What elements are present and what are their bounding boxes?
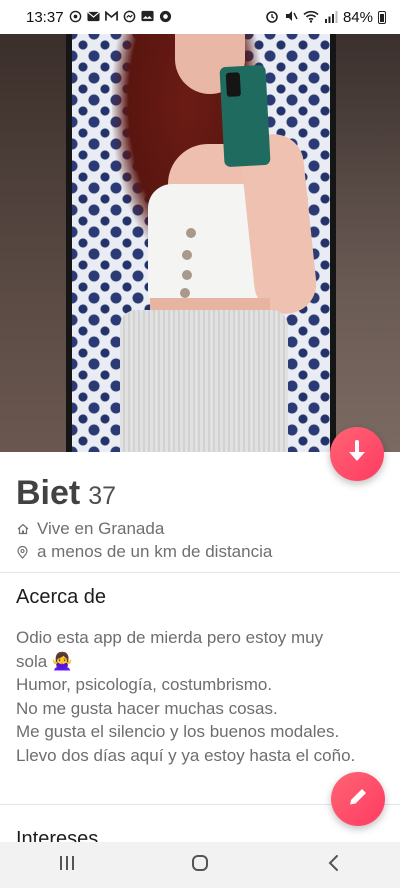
bio-line: Humor, psicología, costumbrismo.: [16, 675, 273, 694]
bio-line: sola 🙅‍♀️: [16, 651, 74, 671]
home-circle-icon: [191, 854, 209, 877]
edit-profile-button[interactable]: [331, 772, 385, 826]
profile-name: Biet: [16, 474, 81, 512]
profile-age: 37: [88, 482, 117, 510]
top-button: [182, 270, 192, 280]
bio-line: Llevo dos días aquí y ya estoy hasta el …: [16, 745, 356, 765]
divider: [0, 572, 400, 573]
signal-icon: [324, 10, 338, 25]
whatsapp-icon: [69, 10, 82, 25]
profile-header: Biet 37: [16, 474, 116, 513]
lives-in-text: Vive en Granada: [37, 519, 165, 538]
bio-line: No me gusta hacer muchas cosas.: [16, 698, 278, 718]
battery-icon: [378, 10, 386, 24]
status-time: 13:37: [26, 8, 64, 26]
back-icon: [327, 854, 339, 877]
pencil-icon: [346, 785, 370, 814]
photo-wall-right: [336, 34, 400, 452]
top-button: [182, 250, 192, 260]
status-right: 84%: [265, 9, 386, 26]
bio-line: Me gusta el silencio y los buenos modale…: [16, 722, 340, 741]
about-title: Acerca de: [16, 586, 107, 608]
location-pin-icon: [16, 545, 29, 559]
collapse-profile-button[interactable]: [330, 427, 384, 481]
image-icon: [141, 10, 154, 24]
recents-button[interactable]: [37, 845, 97, 885]
mute-icon: [284, 9, 298, 25]
status-bar: 13:37 84%: [0, 0, 400, 34]
interests-title: Intereses: [16, 828, 99, 842]
mail-icon: [87, 11, 100, 24]
about-text: Odio esta app de mierda pero estoy muy s…: [16, 626, 388, 767]
home-button[interactable]: [170, 845, 230, 885]
photo-pants: [120, 310, 288, 452]
status-left: 13:37: [26, 9, 172, 26]
distance-text: a menos de un km de distancia: [37, 542, 273, 561]
navigation-bar: [0, 842, 400, 888]
top-button: [180, 288, 190, 298]
messenger-icon: [123, 10, 136, 25]
alarm-icon: [265, 9, 279, 25]
recents-icon: [58, 855, 76, 876]
top-button: [186, 228, 196, 238]
battery-percent: 84%: [342, 8, 373, 26]
photo-wall-left: [0, 34, 66, 452]
home-icon: [16, 523, 29, 536]
photo-phone: [219, 64, 271, 168]
arrow-down-icon: [346, 439, 368, 469]
back-button[interactable]: [303, 845, 363, 885]
bio-line: Odio esta app de mierda pero estoy muy: [16, 628, 324, 647]
gmail-icon: [104, 10, 118, 24]
wifi-icon: [303, 10, 319, 25]
lives-in-row: Vive en Granada: [16, 519, 164, 539]
distance-row: a menos de un km de distancia: [16, 542, 272, 562]
profile-photo[interactable]: [0, 34, 400, 452]
vpn-icon: [159, 10, 172, 25]
